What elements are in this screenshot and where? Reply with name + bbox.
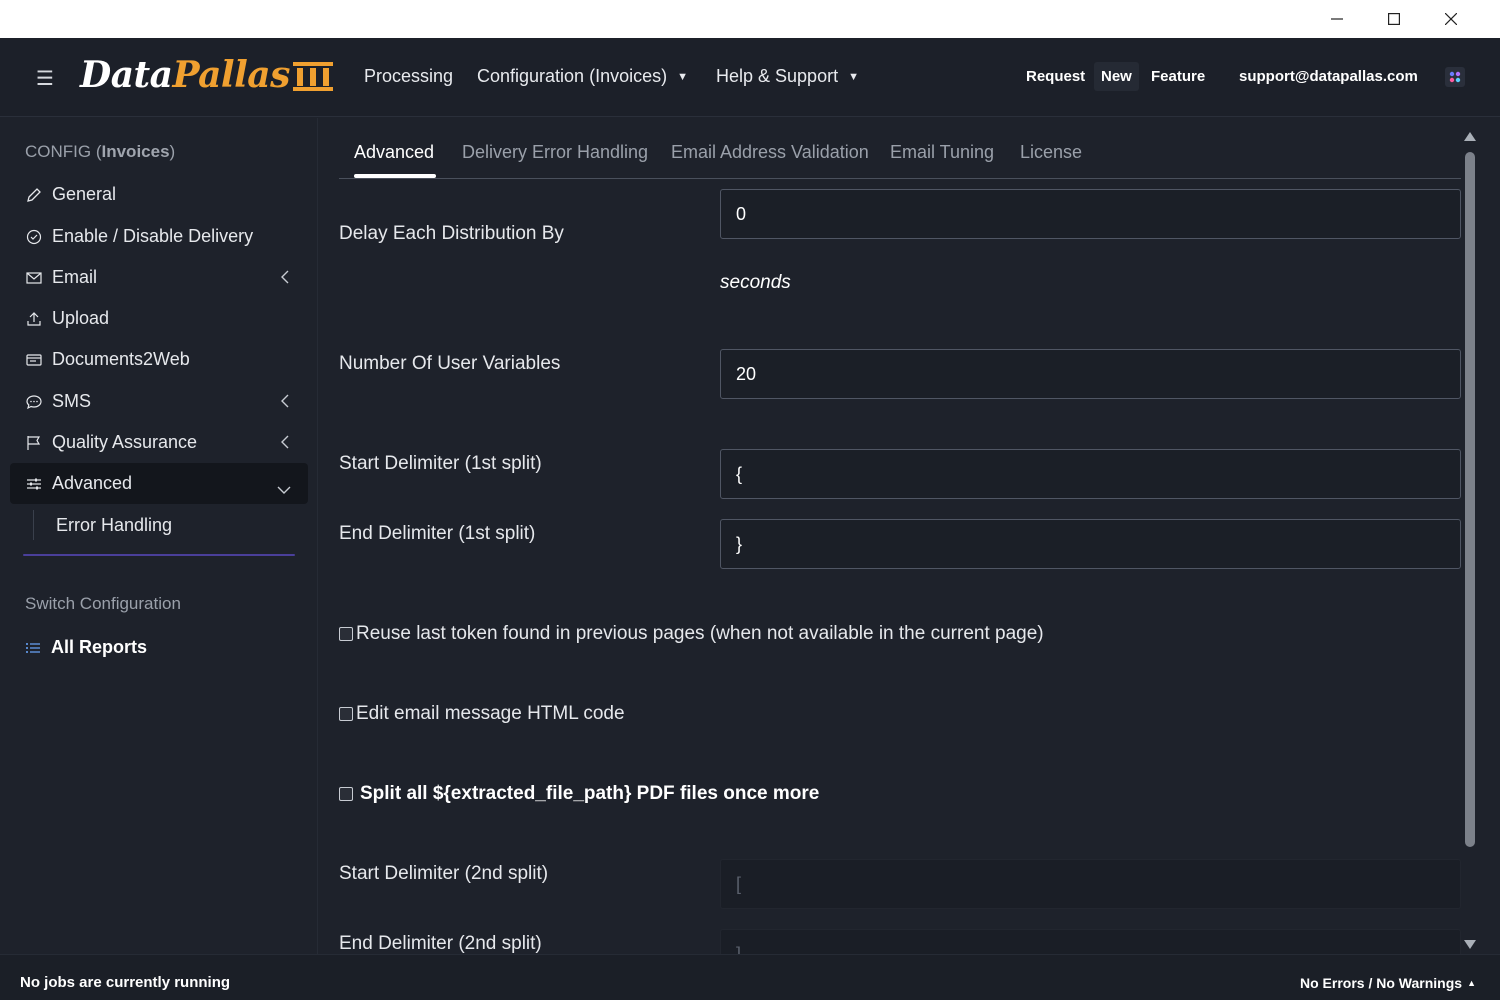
new-link[interactable]: New (1094, 62, 1139, 91)
switch-configuration-title: Switch Configuration (25, 594, 181, 613)
nav-help-support[interactable]: Help & Support ▼ (716, 66, 859, 87)
window-title-bar (0, 0, 1500, 38)
end-delimiter-2-label: End Delimiter (2nd split) (339, 933, 542, 954)
start-delimiter-2-input[interactable]: [ (720, 859, 1461, 909)
active-tab-indicator (354, 174, 436, 178)
nav-processing[interactable]: Processing (364, 66, 453, 87)
chevron-left-icon (280, 434, 290, 455)
delay-units-label: seconds (720, 272, 791, 293)
chevron-left-icon (280, 393, 290, 414)
tab-delivery-error-handling[interactable]: Delivery Error Handling (462, 142, 648, 163)
caret-down-icon: ▼ (848, 71, 859, 83)
minimize-icon[interactable] (1308, 0, 1365, 38)
scroll-down-arrow-icon[interactable] (1464, 940, 1476, 949)
sidebar-item-general[interactable]: General (10, 174, 308, 215)
tab-email-address-validation[interactable]: Email Address Validation (671, 142, 869, 163)
sidebar-item-upload[interactable]: Upload (10, 298, 308, 339)
settings-tabs: Advanced Delivery Error Handling Email A… (339, 118, 1461, 179)
split-again-option[interactable]: Split all ${extracted_file_path} PDF fil… (339, 783, 819, 805)
sidebar-item-advanced[interactable]: Advanced (10, 463, 308, 504)
app-logo[interactable]: DataPallas (80, 54, 290, 96)
delay-distribution-label: Delay Each Distribution By (339, 223, 564, 244)
support-email-link[interactable]: support@datapallas.com (1239, 68, 1418, 85)
start-delimiter-1-label: Start Delimiter (1st split) (339, 453, 542, 474)
chevron-left-icon (280, 269, 290, 290)
end-delimiter-1-label: End Delimiter (1st split) (339, 523, 536, 544)
caret-down-icon: ▼ (677, 71, 688, 83)
sidebar-subitem-error-handling[interactable]: Error Handling (33, 510, 172, 540)
scroll-up-arrow-icon[interactable] (1464, 132, 1476, 141)
hamburger-menu-icon[interactable]: ☰ (36, 66, 54, 91)
reuse-token-checkbox[interactable] (339, 627, 353, 641)
caret-up-icon: ▲ (1467, 978, 1476, 988)
feature-link[interactable]: Feature (1151, 68, 1205, 85)
end-delimiter-2-input[interactable]: ] (720, 929, 1461, 954)
status-bar: No jobs are currently running No Errors … (0, 954, 1500, 1000)
user-variables-input[interactable]: 20 (720, 349, 1461, 399)
sidebar-item-email[interactable]: Email (10, 257, 308, 298)
all-reports-link[interactable]: All Reports (25, 637, 147, 658)
jobs-status: No jobs are currently running (20, 974, 231, 991)
main-content: Advanced Delivery Error Handling Email A… (319, 118, 1500, 954)
sidebar-item-quality-assurance[interactable]: Quality Assurance (10, 422, 308, 463)
apps-grid-icon[interactable] (1445, 67, 1465, 87)
chevron-down-icon (276, 479, 292, 500)
scrollbar-thumb[interactable] (1465, 152, 1475, 847)
envelope-icon (25, 269, 43, 287)
start-delimiter-1-input[interactable]: { (720, 449, 1461, 499)
check-circle-icon (25, 228, 43, 246)
vertical-scrollbar[interactable] (1459, 132, 1481, 954)
sidebar-item-documents2web[interactable]: Documents2Web (10, 339, 308, 380)
delay-distribution-input[interactable]: 0 (720, 189, 1461, 239)
reuse-token-option[interactable]: Reuse last token found in previous pages… (339, 623, 1044, 645)
pencil-icon (25, 186, 43, 204)
tab-email-tuning[interactable]: Email Tuning (890, 142, 994, 163)
request-link[interactable]: Request (1026, 68, 1085, 85)
sidebar-config-title: CONFIG (Invoices) (25, 142, 176, 161)
browser-window-icon (25, 351, 43, 369)
close-icon[interactable] (1422, 0, 1479, 38)
flag-icon (25, 434, 43, 452)
user-variables-label: Number Of User Variables (339, 353, 561, 374)
sliders-icon (25, 475, 43, 493)
split-again-checkbox[interactable] (339, 787, 353, 801)
sidebar-divider (23, 554, 295, 556)
logo-mark-icon (293, 62, 333, 91)
tab-advanced[interactable]: Advanced (354, 142, 434, 163)
edit-html-checkbox[interactable] (339, 707, 353, 721)
app-header: ☰ DataPallas Processing Configuration (I… (0, 38, 1500, 117)
maximize-icon[interactable] (1365, 0, 1422, 38)
end-delimiter-1-input[interactable]: } (720, 519, 1461, 569)
nav-configuration[interactable]: Configuration (Invoices) ▼ (477, 66, 688, 87)
upload-icon (25, 310, 43, 328)
chat-bubble-icon (25, 393, 43, 411)
sidebar: CONFIG (Invoices) General Enable / Disab… (0, 118, 318, 954)
tab-license[interactable]: License (1020, 142, 1082, 163)
edit-html-option[interactable]: Edit email message HTML code (339, 703, 625, 725)
sidebar-item-sms[interactable]: SMS (10, 381, 308, 422)
start-delimiter-2-label: Start Delimiter (2nd split) (339, 863, 549, 884)
sidebar-item-enable-disable-delivery[interactable]: Enable / Disable Delivery (10, 216, 308, 257)
list-icon (25, 641, 41, 655)
errors-warnings-status[interactable]: No Errors / No Warnings ▲ (1300, 975, 1476, 991)
